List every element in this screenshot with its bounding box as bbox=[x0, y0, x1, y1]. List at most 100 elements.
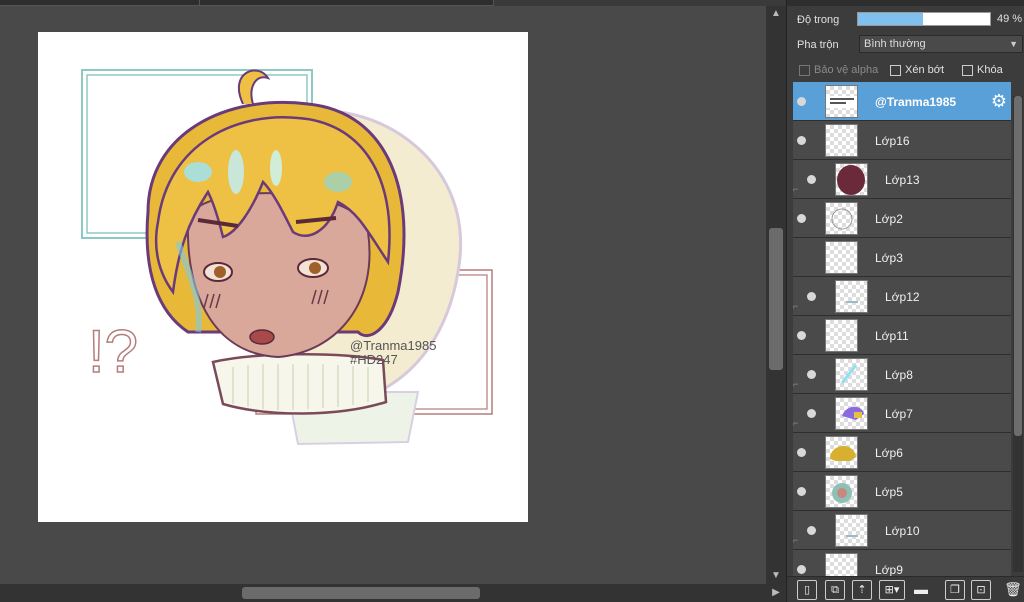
layer-row[interactable]: Lớp16 bbox=[793, 121, 1011, 160]
eye-icon[interactable] bbox=[797, 448, 806, 457]
layer-thumbnail bbox=[835, 514, 868, 547]
layer-thumbnail bbox=[825, 436, 858, 469]
layer-name: Lớp6 bbox=[875, 446, 903, 460]
blend-mode-label: Pha trộn bbox=[797, 39, 839, 51]
eye-icon[interactable] bbox=[807, 526, 816, 535]
blend-mode-value: Bình thường bbox=[864, 38, 926, 50]
eye-icon[interactable] bbox=[797, 136, 806, 145]
layer-row[interactable]: ⌐ Lớp10 bbox=[793, 511, 1011, 550]
layer-thumbnail bbox=[835, 163, 868, 196]
scroll-right-icon[interactable]: ▶ bbox=[766, 587, 786, 598]
exclaim-doodle: !? bbox=[88, 318, 138, 385]
layer-panel: Độ trong 49 % Pha trộn Bình thường ▼ Bảo… bbox=[786, 0, 1024, 602]
clipping-checkbox[interactable]: Xén bớt bbox=[890, 64, 944, 76]
layer-name: Lớp8 bbox=[885, 368, 913, 382]
layer-name: Lớp5 bbox=[875, 485, 903, 499]
layer-list[interactable]: @Tranma1985 ⚙ Lớp16 ⌐ Lớp13 Lớp2 Lớp3 ⌐ Lớp12 Lớp… bbox=[793, 82, 1011, 576]
eye-icon[interactable] bbox=[807, 370, 816, 379]
merge-layer-icon[interactable]: ⊡ bbox=[971, 580, 991, 600]
layer-name: Lớp10 bbox=[885, 524, 920, 538]
layer-name: Lớp3 bbox=[875, 251, 903, 265]
layer-thumbnail bbox=[825, 553, 858, 576]
layer-row[interactable]: ⌐ Lớp8 bbox=[793, 355, 1011, 394]
blend-mode-select[interactable]: Bình thường ▼ bbox=[859, 35, 1023, 53]
layer-name: Lớp9 bbox=[875, 563, 903, 576]
eye-icon[interactable] bbox=[807, 175, 816, 184]
layer-name: Lớp12 bbox=[885, 290, 920, 304]
layer-thumbnail bbox=[825, 319, 858, 352]
layer-row[interactable]: ⌐ Lớp13 bbox=[793, 160, 1011, 199]
eye-icon[interactable] bbox=[797, 565, 806, 574]
artwork: !? @Tranma1985 #HD247 bbox=[81, 69, 493, 446]
trash-icon[interactable]: 🗑 bbox=[1003, 580, 1023, 600]
clip-indicator-icon: ⌐ bbox=[793, 301, 799, 311]
clip-indicator-icon: ⌐ bbox=[793, 535, 799, 545]
watermark-name: @Tranma1985 bbox=[350, 338, 436, 353]
scroll-up-icon[interactable]: ▲ bbox=[766, 8, 786, 19]
layer-list-scrollbar[interactable] bbox=[1013, 96, 1023, 572]
eye-icon[interactable] bbox=[807, 409, 816, 418]
checkbox-icon bbox=[890, 64, 901, 76]
eye-icon[interactable] bbox=[797, 487, 806, 496]
chevron-down-icon: ▼ bbox=[1009, 39, 1018, 49]
app-window: !? @Tranma1985 #HD247 ▲ ▼ ▶ Độ trong 49 … bbox=[0, 0, 1024, 602]
watermark-tag: #HD247 bbox=[350, 352, 398, 367]
layer-thumbnail bbox=[835, 358, 868, 391]
protect-alpha-label: Bảo vệ alpha bbox=[814, 64, 879, 76]
layer-list-scroll-thumb[interactable] bbox=[1014, 96, 1022, 436]
layer-row[interactable]: Lớp6 bbox=[793, 433, 1011, 472]
layer-thumbnail bbox=[825, 475, 858, 508]
layer-name: Lớp2 bbox=[875, 212, 903, 226]
opacity-value: 49 % bbox=[997, 13, 1023, 25]
layer-row[interactable]: Lớp5 bbox=[793, 472, 1011, 511]
layer-row[interactable]: Lớp9 bbox=[793, 550, 1011, 576]
layer-row[interactable]: ⌐ Lớp7 bbox=[793, 394, 1011, 433]
eye-icon[interactable] bbox=[797, 97, 806, 106]
clip-indicator-icon: ⌐ bbox=[793, 418, 799, 428]
layer-thumbnail bbox=[825, 241, 858, 274]
canvas-horizontal-scroll-thumb[interactable] bbox=[242, 587, 480, 599]
eye-icon[interactable] bbox=[797, 331, 806, 340]
layer-row[interactable]: Lớp11 bbox=[793, 316, 1011, 355]
clip-indicator-icon: ⌐ bbox=[793, 184, 799, 194]
layer-row[interactable]: Lớp2 bbox=[793, 199, 1011, 238]
drawing-canvas[interactable]: !? @Tranma1985 #HD247 bbox=[38, 32, 528, 522]
eye-icon[interactable] bbox=[797, 214, 806, 223]
layer-row[interactable]: ⌐ Lớp12 bbox=[793, 277, 1011, 316]
layer-name: @Tranma1985 bbox=[875, 95, 957, 109]
lock-checkbox[interactable]: Khóa bbox=[962, 64, 1003, 76]
layer-row[interactable]: Lớp3 bbox=[793, 238, 1011, 277]
import-layer-icon[interactable]: ⇡ bbox=[852, 580, 872, 600]
layer-thumbnail bbox=[825, 124, 858, 157]
folder-icon[interactable]: ▬ bbox=[911, 580, 931, 600]
opacity-slider-fill bbox=[858, 13, 923, 25]
layer-name: Lớp11 bbox=[875, 329, 909, 343]
layer-thumbnail bbox=[825, 85, 858, 118]
add-layer-menu-icon[interactable]: ⊞▾ bbox=[879, 580, 905, 600]
new-layer-copy-icon[interactable]: ⧉ bbox=[825, 580, 845, 600]
clip-indicator-icon: ⌐ bbox=[793, 379, 799, 389]
new-layer-icon[interactable]: ▯ bbox=[797, 580, 817, 600]
eye-icon[interactable] bbox=[807, 292, 816, 301]
canvas-vertical-scroll-thumb[interactable] bbox=[769, 228, 783, 370]
canvas-vertical-scrollbar[interactable]: ▲ ▼ bbox=[766, 6, 786, 584]
layer-name: Lớp16 bbox=[875, 134, 910, 148]
checkbox-icon bbox=[962, 64, 973, 76]
protect-alpha-checkbox[interactable]: Bảo vệ alpha bbox=[799, 64, 878, 76]
checkbox-icon bbox=[799, 64, 810, 76]
opacity-label: Độ trong bbox=[797, 14, 840, 26]
lock-label: Khóa bbox=[977, 64, 1003, 76]
layer-thumbnail bbox=[835, 280, 868, 313]
layer-toolbar: ▯ ⧉ ⇡ ⊞▾ ▬ ❐ ⊡ 🗑 bbox=[787, 576, 1024, 602]
gear-icon[interactable]: ⚙ bbox=[991, 91, 1007, 112]
layer-name: Lớp7 bbox=[885, 407, 913, 421]
layer-thumbnail bbox=[825, 202, 858, 235]
layer-thumbnail bbox=[835, 397, 868, 430]
opacity-slider[interactable] bbox=[857, 12, 991, 26]
canvas-horizontal-scrollbar[interactable]: ▶ bbox=[0, 584, 786, 602]
canvas-area[interactable]: !? @Tranma1985 #HD247 bbox=[0, 6, 766, 584]
scroll-down-icon[interactable]: ▼ bbox=[766, 570, 786, 581]
duplicate-layer-icon[interactable]: ❐ bbox=[945, 580, 965, 600]
layer-name: Lớp13 bbox=[885, 173, 920, 187]
layer-row[interactable]: @Tranma1985 ⚙ bbox=[793, 82, 1011, 121]
